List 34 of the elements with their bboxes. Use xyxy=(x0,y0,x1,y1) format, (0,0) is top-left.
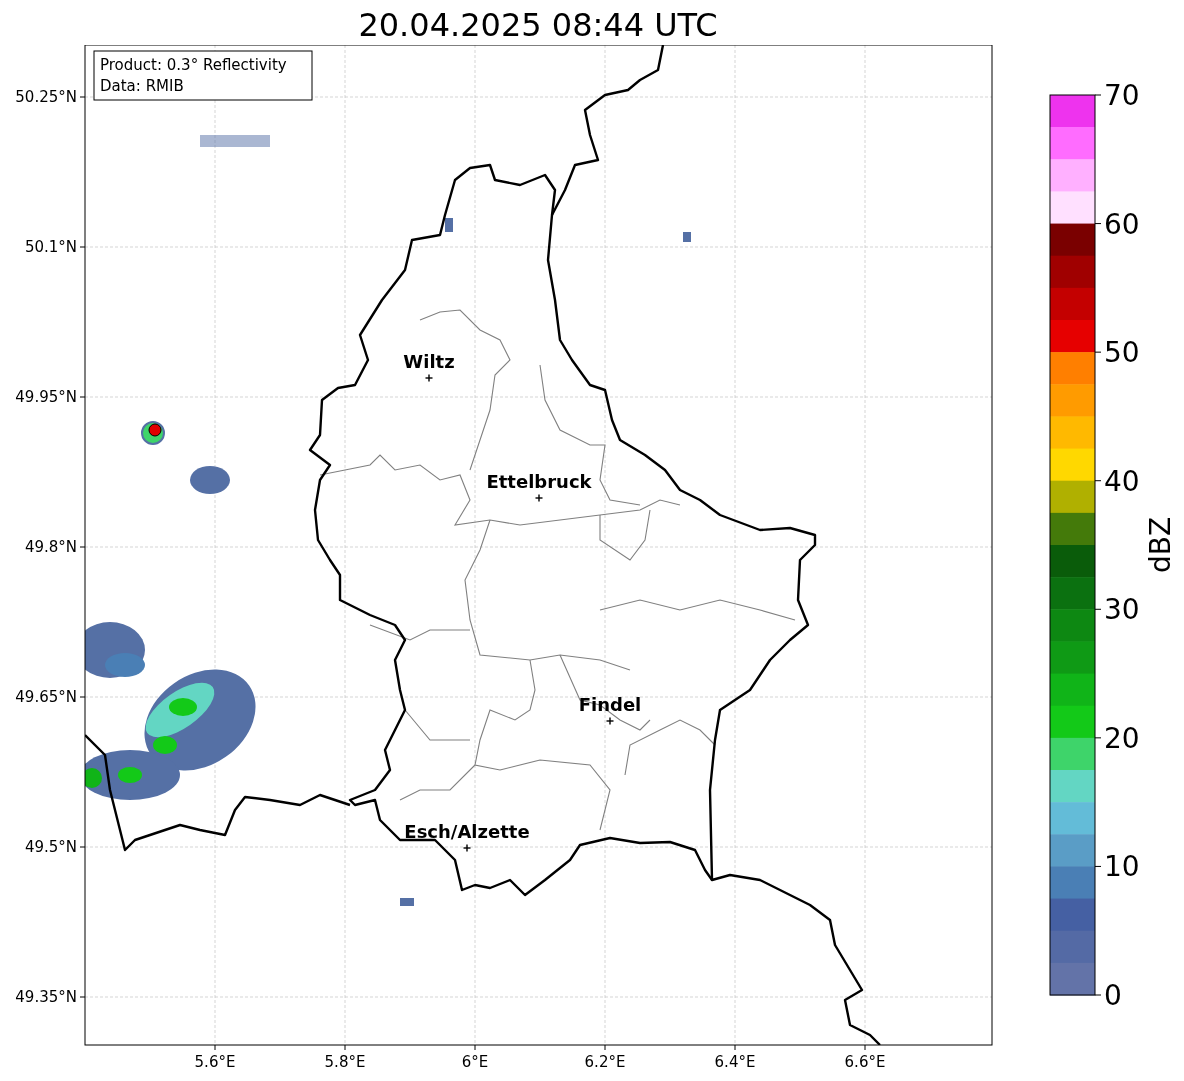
city-marker-icon xyxy=(424,373,434,383)
colorbar-tick-label: 30 xyxy=(1104,593,1140,627)
colorbar-tick-label: 20 xyxy=(1104,721,1140,755)
city-label: Wiltz xyxy=(403,351,455,372)
chart-title: 20.04.2025 08:44 UTC xyxy=(357,5,719,45)
x-tick-label: 6.6°E xyxy=(844,1053,886,1071)
info-text: Data: RMIB xyxy=(100,77,184,95)
x-tick-label: 6°E xyxy=(461,1053,489,1071)
y-tick-label: 50.25°N xyxy=(15,88,77,106)
x-tick-label: 5.6°E xyxy=(194,1053,236,1071)
city-label: Esch/Alzette xyxy=(404,821,530,842)
radar-site-marker xyxy=(148,423,162,437)
city-marker-icon xyxy=(462,843,472,853)
y-tick-label: 49.65°N xyxy=(15,688,77,706)
colorbar-tick-label: 60 xyxy=(1104,207,1140,241)
y-tick-label: 49.5°N xyxy=(24,838,77,856)
y-tick-label: 50.1°N xyxy=(24,238,77,256)
colorbar-tick-label: 0 xyxy=(1104,979,1122,1012)
city-marker-icon xyxy=(534,493,544,503)
city-label: Ettelbruck xyxy=(486,471,592,492)
y-tick-label: 49.8°N xyxy=(24,538,77,556)
colorbar-tick-label: 50 xyxy=(1104,336,1140,370)
y-tick-label: 49.35°N xyxy=(15,988,77,1006)
x-tick-label: 6.4°E xyxy=(714,1053,756,1071)
x-tick-label: 6.2°E xyxy=(584,1053,626,1071)
y-tick-label: 49.95°N xyxy=(15,388,77,406)
colorbar-tick-label: 70 xyxy=(1104,79,1140,112)
colorbar-tick-label: 40 xyxy=(1104,464,1140,498)
colorbar-tick-label: 10 xyxy=(1104,850,1140,884)
info-text: Product: 0.3° Reflectivity xyxy=(100,56,287,74)
city-label: Findel xyxy=(578,694,642,715)
colorbar-label: dBZ xyxy=(1144,516,1177,574)
city-marker-icon xyxy=(605,716,615,726)
x-tick-label: 5.8°E xyxy=(324,1053,366,1071)
